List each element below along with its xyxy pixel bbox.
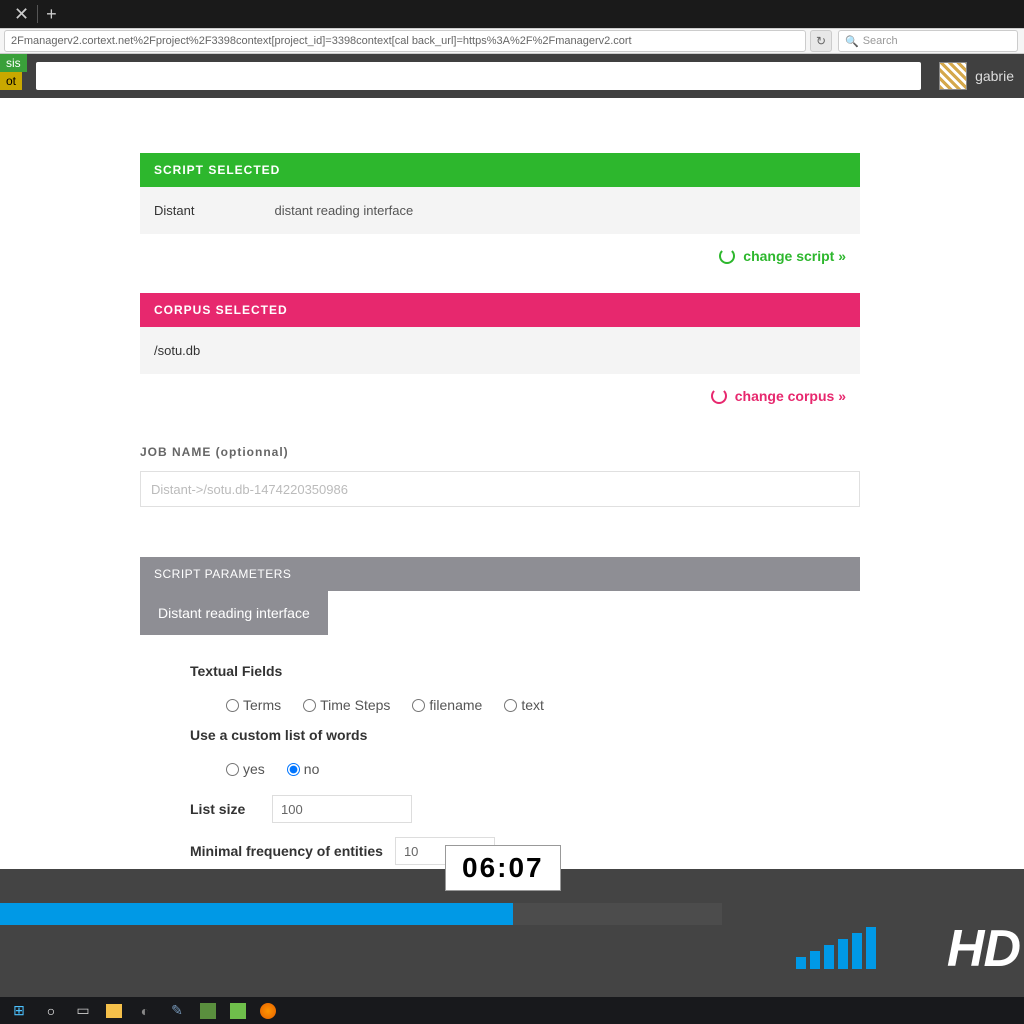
list-size-label: List size [190,801,260,817]
firefox-icon[interactable] [260,1003,276,1019]
video-progress-fill [0,903,513,925]
search-task-icon[interactable]: ○ [42,1002,60,1020]
change-script-label: change script » [743,248,846,264]
script-description: distant reading interface [274,203,413,218]
textual-fields-options: Terms Time Steps filename text [190,693,810,717]
volume-bars-icon[interactable] [796,927,876,969]
radio-timesteps[interactable]: Time Steps [303,697,390,713]
script-info-row: Distant distant reading interface [140,187,860,234]
ot-badge: ot [0,72,22,90]
app-icon-4[interactable] [230,1003,246,1019]
search-placeholder: Search [863,35,898,47]
refresh-icon [711,388,727,404]
script-name: Distant [154,203,194,218]
video-progress-track[interactable] [0,903,722,925]
corpus-info-row: /sotu.db [140,327,860,374]
change-corpus-label: change corpus » [735,388,846,404]
radio-terms[interactable]: Terms [226,697,281,713]
hd-badge[interactable]: HD [947,919,1024,979]
radio-yes[interactable]: yes [226,761,265,777]
script-parameters-header: SCRIPT PARAMETERS [140,557,860,591]
taskview-icon[interactable]: ▭ [74,1002,92,1020]
browser-search-input[interactable]: 🔍 Search [838,30,1018,52]
username-label: gabrie [975,68,1014,84]
url-bar: 2Fmanagerv2.cortext.net%2Fproject%2F3398… [0,28,1024,54]
main-content: SCRIPT SELECTED Distant distant reading … [0,98,1024,897]
job-name-input[interactable]: Distant->/sotu.db-1474220350986 [140,471,860,507]
sis-badge: sis [0,54,27,72]
new-tab-icon[interactable]: + [38,4,65,25]
textual-fields-heading: Textual Fields [190,663,810,679]
search-icon: 🔍 [845,35,859,48]
tab-close-icon[interactable]: ✕ [6,4,37,25]
explorer-icon[interactable] [106,1004,122,1018]
user-area[interactable]: gabrie [929,62,1024,90]
app-header: sis ot gabrie [0,54,1024,98]
app-icon-2[interactable]: ✎ [168,1002,186,1020]
url-input[interactable]: 2Fmanagerv2.cortext.net%2Fproject%2F3398… [4,30,806,52]
corpus-name: /sotu.db [154,343,200,358]
browser-tab-strip: ✕ + [0,0,1024,28]
job-name-label: JOB NAME (optionnal) [140,433,860,471]
custom-list-options: yes no [190,757,810,781]
script-section-header: SCRIPT SELECTED [140,153,860,187]
radio-no[interactable]: no [287,761,320,777]
radio-text[interactable]: text [504,697,544,713]
video-controls-overlay: 06:07 HD [0,869,1024,997]
windows-taskbar: ⊞ ○ ▭ ◐ ✎ [0,997,1024,1024]
video-time-tooltip: 06:07 [445,845,561,891]
change-script-link[interactable]: change script » [719,248,846,264]
min-freq-label: Minimal frequency of entities [190,843,383,859]
change-corpus-link[interactable]: change corpus » [711,388,846,404]
refresh-icon [719,248,735,264]
app-icon-3[interactable] [200,1003,216,1019]
custom-list-heading: Use a custom list of words [190,727,810,743]
radio-filename[interactable]: filename [412,697,482,713]
header-search-input[interactable] [36,62,921,90]
list-size-input[interactable]: 100 [272,795,412,823]
corpus-section-header: CORPUS SELECTED [140,293,860,327]
app-icon-1[interactable]: ◐ [136,1002,154,1020]
reload-button[interactable]: ↻ [810,30,832,52]
script-parameters-tab[interactable]: Distant reading interface [140,591,328,635]
start-icon[interactable]: ⊞ [10,1002,28,1020]
avatar [939,62,967,90]
